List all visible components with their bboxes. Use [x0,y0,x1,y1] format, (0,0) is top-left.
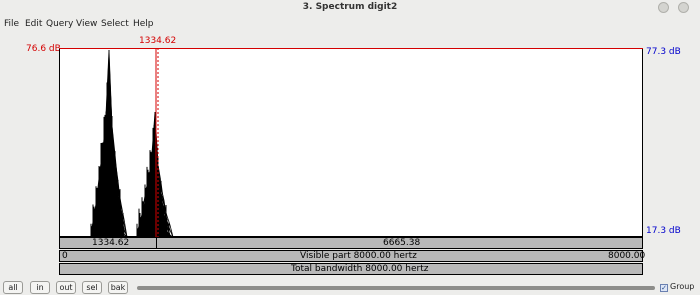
menu-select[interactable]: Select [101,19,129,29]
cursor-frequency-label: 1334.62 [139,36,177,46]
menu-bar: File Edit Query View Select Help [0,17,700,31]
total-bandwidth-bar[interactable]: Total bandwidth 8000.00 hertz [59,263,643,275]
group-checkbox[interactable]: ✓ [660,284,668,292]
zoom-all-button[interactable]: all [3,281,23,294]
right-top-db-label: 77.3 dB [646,47,681,57]
interval-divider [156,238,157,249]
right-bottom-db-label: 17.3 dB [646,226,681,236]
menu-view[interactable]: View [76,19,97,29]
close-button[interactable] [678,2,689,13]
horizontal-scrollbar[interactable] [137,286,655,290]
bottom-toolbar: all in out sel bak ✓ Group [0,280,700,295]
total-bandwidth-label: Total bandwidth 8000.00 hertz [291,264,429,274]
cursor-interval-bar[interactable]: 1334.62 6665.38 [59,237,643,249]
menu-query[interactable]: Query [46,19,73,29]
window-title: 3. Spectrum digit2 [302,2,398,12]
interval-left-value: 1334.62 [92,238,130,248]
title-bar: 3. Spectrum digit2 [0,0,700,16]
menu-edit[interactable]: Edit [25,19,42,29]
visible-start-value: 0 [62,251,68,261]
spectrum-trace [90,49,174,237]
spectrum-plot[interactable] [59,48,643,237]
spectrum-window: 3. Spectrum digit2 File Edit Query View … [0,0,700,295]
visible-part-bar[interactable]: 0 Visible part 8000.00 hertz 8000.00 [59,250,646,262]
zoom-back-button[interactable]: bak [108,281,128,294]
zoom-selection-button[interactable]: sel [82,281,102,294]
left-top-db-label: 76.6 dB [26,44,61,54]
group-toggle[interactable]: ✓ Group [660,282,694,292]
interval-right-value: 6665.38 [383,238,421,248]
menu-file[interactable]: File [4,19,19,29]
visible-end-value: 8000.00 [608,251,646,261]
group-label: Group [670,282,695,291]
zoom-in-button[interactable]: in [30,281,50,294]
minimize-button[interactable] [658,2,669,13]
zoom-out-button[interactable]: out [56,281,76,294]
visible-part-label: Visible part 8000.00 hertz [300,251,417,261]
menu-help[interactable]: Help [133,19,154,29]
